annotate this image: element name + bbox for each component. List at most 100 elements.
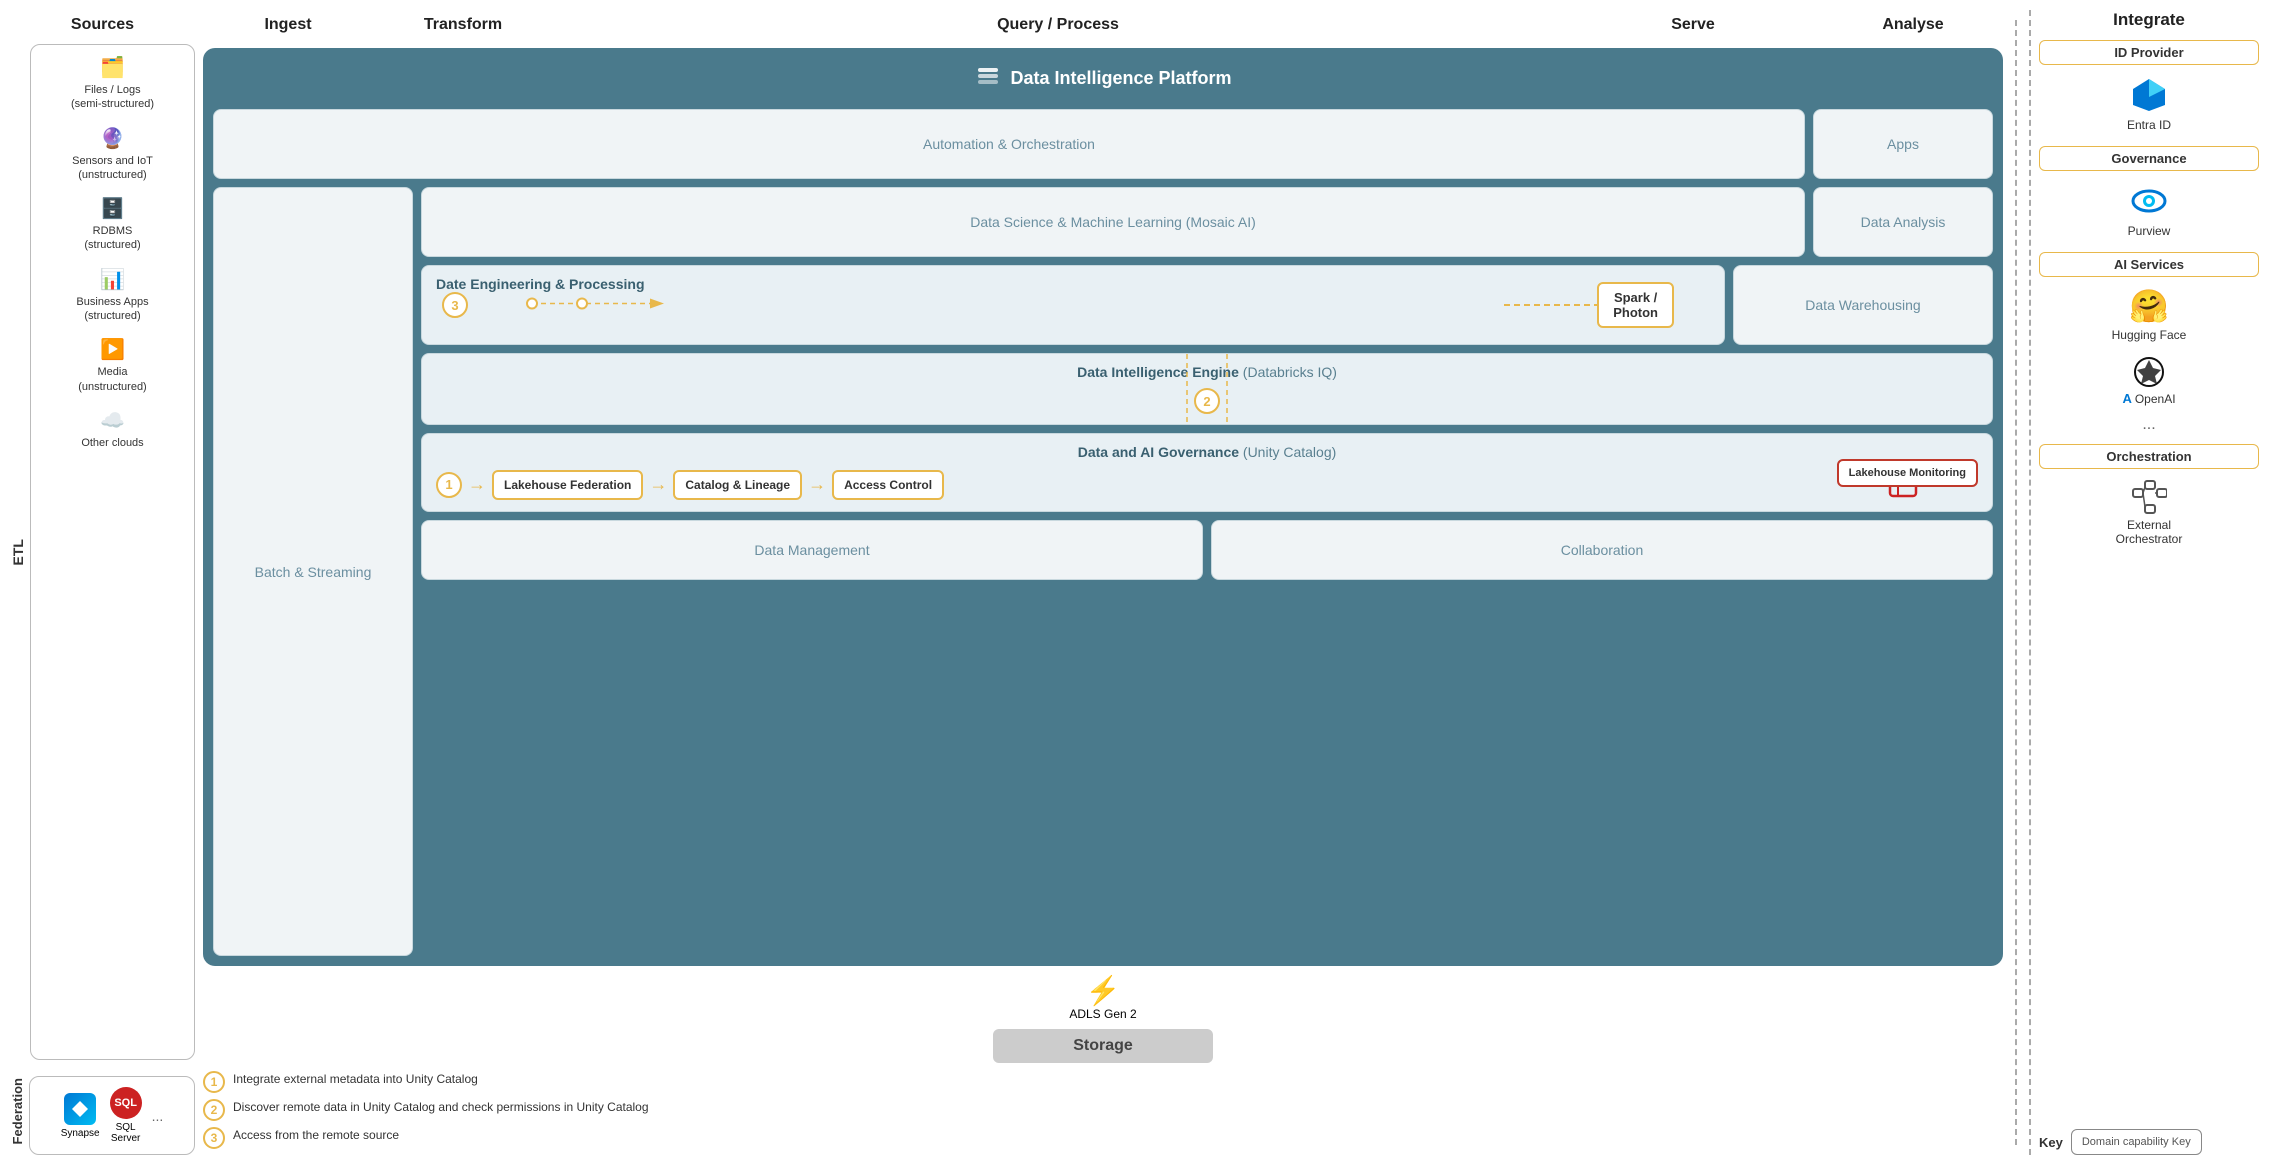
federation-box: Synapse SQL SQLServer ... bbox=[29, 1076, 195, 1155]
sql-server-label: SQLServer bbox=[111, 1122, 140, 1144]
hugging-face-item: 🤗 Hugging Face bbox=[2039, 283, 2259, 346]
legend-note-1: 1 Integrate external metadata into Unity… bbox=[203, 1071, 2003, 1093]
legend-circle-2: 2 bbox=[203, 1099, 225, 1121]
access-control-box: Access Control bbox=[832, 470, 944, 500]
adls-label: ADLS Gen 2 bbox=[1069, 1007, 1136, 1021]
main-container: Sources ETL 🗂️ Files / Logs(semi-structu… bbox=[0, 0, 2269, 1165]
legend-notes: 1 Integrate external metadata into Unity… bbox=[203, 1071, 2003, 1155]
key-section: Key Domain capability Key bbox=[2039, 1129, 2259, 1155]
legend-note-3: 3 Access from the remote source bbox=[203, 1127, 2003, 1149]
media-icon: ▶️ bbox=[100, 337, 125, 362]
collaboration-box: Collaboration bbox=[1211, 520, 1993, 580]
num-circle-1: 1 bbox=[436, 472, 462, 498]
engine-dashed-lines bbox=[1157, 354, 1257, 424]
gov-arrow-1: → bbox=[468, 474, 486, 495]
engineering-box: Date Engineering & Processing 3 bbox=[421, 265, 1725, 345]
entra-id-item: Entra ID bbox=[2039, 71, 2259, 136]
catalog-lineage-box: Catalog & Lineage bbox=[673, 470, 802, 500]
key-label: Key bbox=[2039, 1135, 2063, 1150]
spark-photon-box: Spark / Photon bbox=[1597, 282, 1674, 328]
governance-section: Governance Purview bbox=[2039, 146, 2259, 242]
governance-title: Data and AI Governance (Unity Catalog) bbox=[436, 444, 1978, 460]
platform-title: Data Intelligence Platform bbox=[213, 58, 1993, 101]
col-serve: Serve bbox=[1563, 10, 1823, 40]
adls-item: ⚡ ADLS Gen 2 bbox=[1069, 974, 1136, 1021]
openai-name: A OpenAI bbox=[2122, 391, 2175, 406]
dashed-circles bbox=[502, 289, 682, 322]
synapse-icon bbox=[64, 1093, 96, 1125]
ai-services-section: AI Services 🤗 Hugging Face A OpenAI ... bbox=[2039, 252, 2259, 434]
federation-section: Federation Synapse SQL SQLServer bbox=[10, 1068, 195, 1155]
adls-icon: ⚡ bbox=[1086, 974, 1121, 1007]
right-content-col: Data Science & Machine Learning (Mosaic … bbox=[421, 187, 1993, 956]
etl-label: ETL bbox=[10, 44, 26, 1060]
col-query-process: Query / Process bbox=[553, 10, 1563, 40]
source-rdbms: 🗄️ RDBMS(structured) bbox=[39, 196, 186, 253]
right-panel: Integrate ID Provider Entra ID Governanc… bbox=[2029, 10, 2259, 1155]
gov-arrow-2: → bbox=[649, 474, 667, 495]
files-logs-icon: 🗂️ bbox=[100, 55, 125, 80]
ai-dots: ... bbox=[2039, 416, 2259, 434]
external-orchestrator-item: ExternalOrchestrator bbox=[2039, 475, 2259, 550]
integrate-title: Integrate bbox=[2039, 10, 2259, 30]
source-sensors-iot: 🔮 Sensors and IoT(unstructured) bbox=[39, 126, 186, 183]
datascience-box: Data Science & Machine Learning (Mosaic … bbox=[421, 187, 1805, 257]
left-tall-col: Batch & Streaming bbox=[213, 187, 413, 956]
apps-box: Apps bbox=[1813, 109, 1993, 179]
source-files-logs: 🗂️ Files / Logs(semi-structured) bbox=[39, 55, 186, 112]
orchestration-section: Orchestration ExternalOrchestrator bbox=[2039, 444, 2259, 550]
source-media: ▶️ Media(unstructured) bbox=[39, 337, 186, 394]
source-other-clouds: ☁️ Other clouds bbox=[39, 408, 186, 450]
row-datascience: Data Science & Machine Learning (Mosaic … bbox=[421, 187, 1993, 257]
entra-id-name: Entra ID bbox=[2127, 118, 2171, 132]
bottom-legend-area: 1 Integrate external metadata into Unity… bbox=[203, 1071, 2003, 1155]
entra-id-icon bbox=[2129, 75, 2169, 115]
orchestration-label: Orchestration bbox=[2039, 444, 2259, 469]
orchestrator-icon bbox=[2131, 479, 2167, 515]
col-analyse: Analyse bbox=[1823, 10, 2003, 40]
middle-section: Batch & Streaming Data Science & Machine… bbox=[213, 187, 1993, 956]
key-row: Key Domain capability Key bbox=[2039, 1129, 2259, 1155]
ai-services-label: AI Services bbox=[2039, 252, 2259, 277]
governance-row: Data and AI Governance (Unity Catalog) 1… bbox=[421, 433, 1993, 512]
col-ingest: Ingest bbox=[203, 10, 373, 40]
platform-icon bbox=[974, 62, 1002, 95]
left-panel: Sources ETL 🗂️ Files / Logs(semi-structu… bbox=[10, 10, 195, 1155]
column-headers: Ingest Transform Query / Process Serve A… bbox=[203, 10, 2003, 40]
governance-items: 1 → Lakehouse Federation → Catalog & Lin… bbox=[436, 468, 1978, 501]
platform-container: Data Intelligence Platform Automation & … bbox=[203, 48, 2003, 966]
storage-row: ⚡ ADLS Gen 2 Storage bbox=[203, 974, 2003, 1063]
sensors-iot-icon: 🔮 bbox=[100, 126, 125, 151]
sources-box: 🗂️ Files / Logs(semi-structured) 🔮 Senso… bbox=[30, 44, 195, 1060]
gov-arrow-3: → bbox=[808, 474, 826, 495]
sql-server-item: SQL SQLServer bbox=[110, 1087, 142, 1144]
spark-arrow-svg bbox=[502, 289, 682, 319]
id-provider-label: ID Provider bbox=[2039, 40, 2259, 65]
rdbms-icon: 🗄️ bbox=[100, 196, 125, 221]
source-business-apps: 📊 Business Apps(structured) bbox=[39, 267, 186, 324]
center-panel: Ingest Transform Query / Process Serve A… bbox=[203, 10, 2003, 1155]
row-engineering: Date Engineering & Processing 3 bbox=[421, 265, 1993, 345]
id-provider-section: ID Provider Entra ID bbox=[2039, 40, 2259, 136]
num-circle-3: 3 bbox=[442, 292, 468, 318]
governance-label: Governance bbox=[2039, 146, 2259, 171]
legend-note-2: 2 Discover remote data in Unity Catalog … bbox=[203, 1099, 2003, 1121]
legend-circle-3: 3 bbox=[203, 1127, 225, 1149]
automation-box: Automation & Orchestration bbox=[213, 109, 1805, 179]
circle3-area: 3 bbox=[442, 292, 468, 318]
row-automation: Automation & Orchestration Apps bbox=[213, 109, 1993, 179]
storage-bar: Storage bbox=[993, 1029, 1213, 1063]
purview-icon bbox=[2129, 181, 2169, 221]
federation-items: Synapse SQL SQLServer ... bbox=[38, 1087, 186, 1144]
orchestrator-name: ExternalOrchestrator bbox=[2116, 518, 2183, 546]
federation-label-container: Federation bbox=[10, 1068, 25, 1155]
domain-capability-box: Domain capability Key bbox=[2071, 1129, 2202, 1155]
openai-item: A OpenAI bbox=[2039, 352, 2259, 410]
purview-item: Purview bbox=[2039, 177, 2259, 242]
sql-server-icon: SQL bbox=[110, 1087, 142, 1119]
data-management-box: Data Management bbox=[421, 520, 1203, 580]
lakehouse-monitoring-box: Lakehouse Monitoring bbox=[1837, 459, 1978, 487]
dataanalysis-box: Data Analysis bbox=[1813, 187, 1993, 257]
business-apps-icon: 📊 bbox=[100, 267, 125, 292]
col-transform: Transform bbox=[373, 10, 553, 40]
